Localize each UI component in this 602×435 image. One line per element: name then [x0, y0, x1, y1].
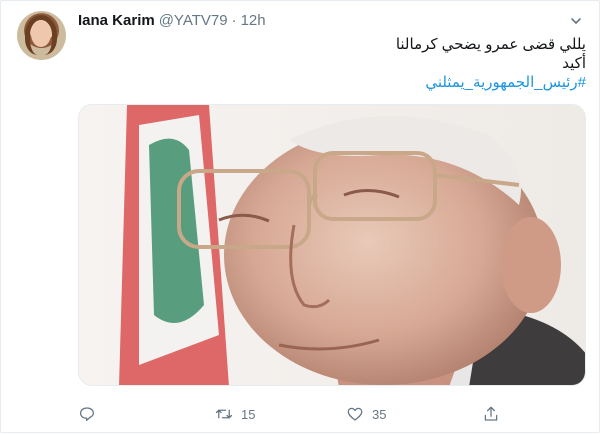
reply-button[interactable]: [78, 402, 104, 426]
tweet-photo[interactable]: [78, 104, 586, 386]
retweet-button[interactable]: 15: [215, 402, 255, 426]
tweet-text-line: يللي قضى عمرو يضحي كرمالنا: [395, 36, 586, 53]
tweet-actions: 15 35: [78, 402, 508, 426]
retweet-count: 15: [241, 406, 256, 422]
separator-dot: ·: [231, 12, 237, 29]
retweet-icon: [215, 409, 233, 419]
author-handle[interactable]: @YATV79: [159, 12, 228, 29]
like-icon: [347, 407, 363, 421]
hashtag-link[interactable]: #رئيس_الجمهورية_يمثلني: [78, 73, 586, 92]
tweet-timestamp[interactable]: 12h: [241, 12, 266, 29]
share-icon: [484, 406, 498, 421]
like-button[interactable]: 35: [346, 402, 386, 426]
tweet-text: يللي قضى عمرو يضحي كرمالنا أكيد #رئيس_ال…: [78, 35, 586, 92]
tweet-header: Iana Karim @YATV79 · 12h: [78, 12, 266, 32]
reply-icon: [79, 407, 95, 422]
share-button[interactable]: [482, 402, 500, 426]
tweet-text-line: أكيد: [562, 55, 586, 72]
photo-illustration: [79, 105, 585, 385]
avatar[interactable]: [17, 11, 66, 60]
like-count: 35: [372, 406, 387, 422]
author-name[interactable]: Iana Karim: [78, 12, 155, 29]
tweet-card[interactable]: Iana Karim @YATV79 · 12h يللي قضى عمرو ي…: [0, 0, 600, 433]
chevron-down-icon[interactable]: [570, 15, 582, 27]
